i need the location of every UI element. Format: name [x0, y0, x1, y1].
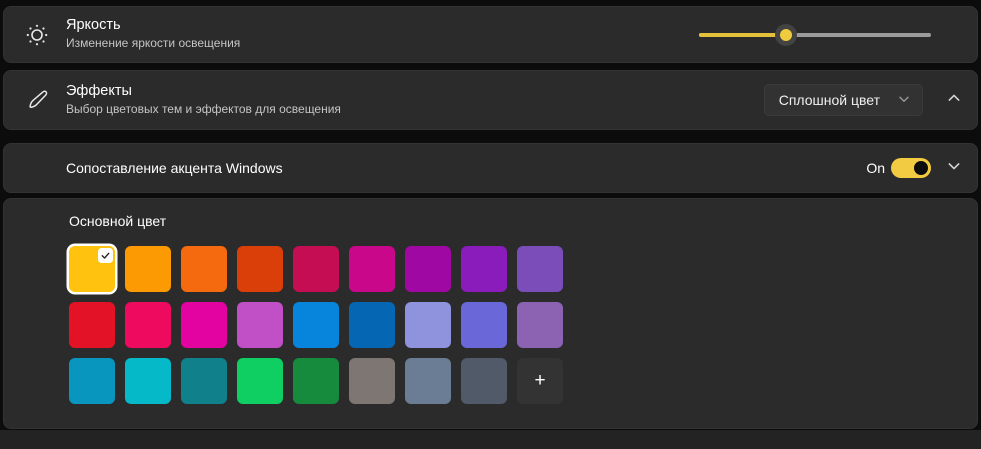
brightness-slider-track[interactable]: [699, 33, 931, 37]
color-swatch[interactable]: [181, 246, 227, 292]
brightness-slider-thumb-dot: [780, 29, 792, 41]
color-swatch[interactable]: [461, 358, 507, 404]
color-swatch[interactable]: [517, 302, 563, 348]
add-custom-color-button[interactable]: +: [517, 358, 563, 404]
color-palette-grid: +: [69, 246, 563, 404]
checkmark-icon: [98, 248, 113, 263]
dynamic-lighting-panel: Яркость Изменение яркости освещения Эффе…: [0, 0, 981, 449]
color-swatch[interactable]: [405, 246, 451, 292]
color-swatch[interactable]: [293, 246, 339, 292]
color-swatch[interactable]: [125, 246, 171, 292]
effect-type-selected-value: Сплошной цвет: [779, 92, 880, 108]
brightness-slider-fill: [699, 33, 786, 37]
color-swatch[interactable]: [405, 358, 451, 404]
color-swatch[interactable]: [237, 358, 283, 404]
accent-match-toggle-knob: [914, 161, 928, 175]
color-swatch[interactable]: [461, 302, 507, 348]
color-swatch-selected[interactable]: [69, 246, 115, 292]
effect-type-dropdown[interactable]: Сплошной цвет: [764, 84, 923, 116]
color-swatch[interactable]: [349, 302, 395, 348]
color-swatch[interactable]: [461, 246, 507, 292]
effects-title: Эффекты: [66, 81, 341, 101]
effects-collapse-button[interactable]: [945, 91, 963, 109]
color-swatch[interactable]: [517, 246, 563, 292]
color-swatch[interactable]: [293, 358, 339, 404]
page-background-strip: [0, 430, 981, 449]
effects-card: Эффекты Выбор цветовых тем и эффектов дл…: [3, 70, 978, 130]
main-color-card: Основной цвет +: [3, 198, 978, 429]
accent-match-label: Сопоставление акцента Windows: [66, 160, 283, 176]
accent-match-toggle[interactable]: [891, 158, 931, 178]
brightness-sun-icon: [25, 23, 49, 47]
color-swatch[interactable]: [293, 302, 339, 348]
effects-subtitle: Выбор цветовых тем и эффектов для освеще…: [66, 101, 341, 118]
chevron-down-icon: [898, 92, 910, 108]
brightness-subtitle: Изменение яркости освещения: [66, 35, 240, 52]
paintbrush-icon: [25, 89, 49, 113]
color-swatch[interactable]: [405, 302, 451, 348]
main-color-label: Основной цвет: [69, 213, 166, 229]
color-swatch[interactable]: [181, 302, 227, 348]
color-swatch[interactable]: [349, 358, 395, 404]
color-swatch[interactable]: [237, 302, 283, 348]
color-swatch[interactable]: [69, 358, 115, 404]
accent-match-row: Сопоставление акцента Windows On: [3, 143, 978, 193]
brightness-slider-thumb[interactable]: [775, 24, 797, 46]
brightness-title: Яркость: [66, 15, 240, 35]
accent-match-expand-button[interactable]: [945, 159, 963, 177]
color-swatch[interactable]: [69, 302, 115, 348]
toggle-state-label: On: [866, 160, 885, 176]
color-swatch[interactable]: [125, 358, 171, 404]
chevron-up-icon: [947, 91, 961, 110]
brightness-card: Яркость Изменение яркости освещения: [3, 6, 978, 63]
brightness-slider[interactable]: [699, 23, 931, 47]
color-swatch[interactable]: [125, 302, 171, 348]
color-swatch[interactable]: [349, 246, 395, 292]
color-swatch[interactable]: [237, 246, 283, 292]
chevron-down-icon: [947, 159, 961, 178]
color-swatch[interactable]: [181, 358, 227, 404]
